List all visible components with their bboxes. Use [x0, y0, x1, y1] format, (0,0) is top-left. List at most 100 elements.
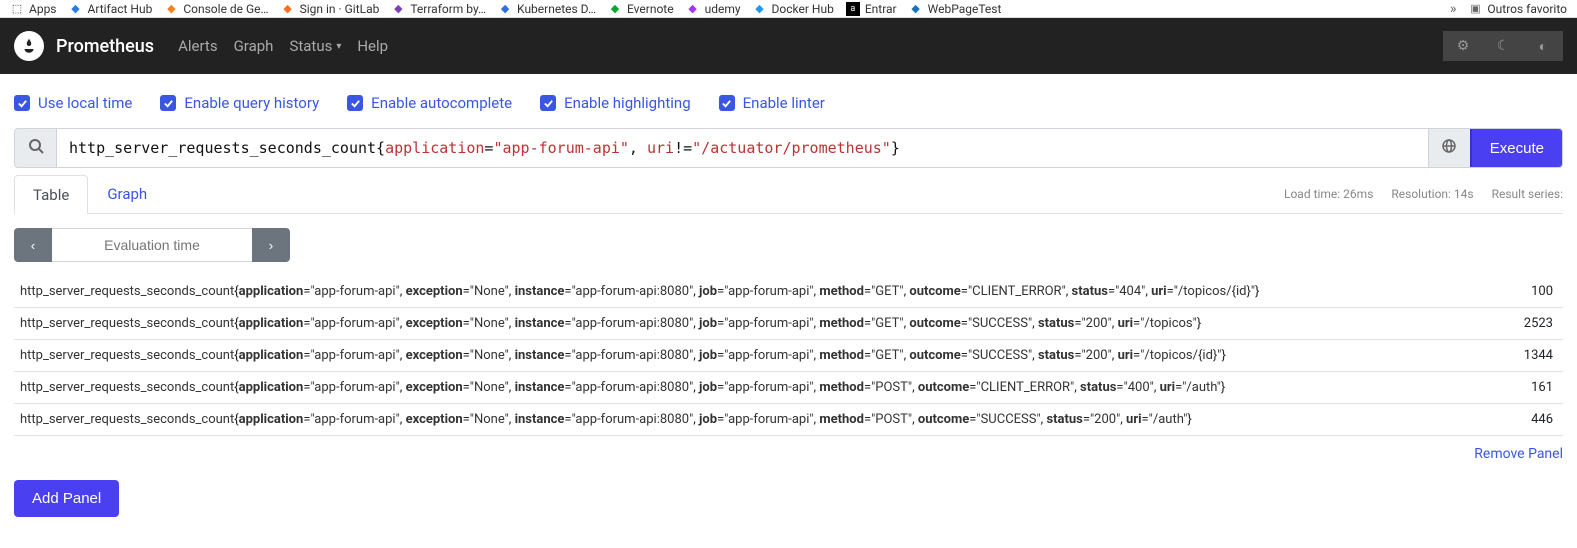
bookmark-label: Artifact Hub: [88, 2, 153, 16]
option-enable-highlighting[interactable]: Enable highlighting: [540, 94, 691, 112]
option-label: Enable highlighting: [564, 94, 691, 112]
bookmark-label: Docker Hub: [772, 2, 834, 16]
nav-help[interactable]: Help: [357, 37, 388, 55]
globe-icon: [1441, 138, 1457, 158]
entrar-icon: a: [846, 2, 860, 16]
query-brace: {: [376, 139, 385, 157]
bookmark-apps[interactable]: ⬚Apps: [10, 2, 57, 16]
bookmark-udemy[interactable]: ◆ udemy: [686, 2, 741, 16]
nav-status[interactable]: Status ▾: [289, 37, 341, 55]
execute-button[interactable]: Execute: [1470, 129, 1562, 167]
bookmark-label: Evernote: [627, 2, 674, 16]
bookmark-dockerhub[interactable]: ◆ Docker Hub: [753, 2, 834, 16]
remove-panel-link[interactable]: Remove Panel: [14, 446, 1563, 462]
table-row: http_server_requests_seconds_count{appli…: [14, 276, 1563, 308]
option-enable-linter[interactable]: Enable linter: [719, 94, 825, 112]
gitlab-icon: ◆: [281, 2, 295, 16]
search-icon: [28, 138, 44, 158]
option-enable-query-history[interactable]: Enable query history: [160, 94, 319, 112]
folder-icon: ▣: [1468, 2, 1482, 16]
query-label-key: uri: [647, 139, 674, 157]
bookmark-kubernetes[interactable]: ◆Kubernetes D…: [498, 2, 596, 16]
tab-table[interactable]: Table: [14, 175, 88, 214]
dark-mode-button[interactable]: ☾: [1483, 31, 1523, 61]
bookmarks-overflow-icon[interactable]: »: [1450, 1, 1457, 17]
eval-time-input[interactable]: [52, 228, 252, 262]
eval-time-prev-button[interactable]: ‹: [14, 228, 52, 262]
stat-resolution: Resolution: 14s: [1391, 187, 1473, 201]
query-row: http_server_requests_seconds_count{appli…: [14, 128, 1563, 168]
bookmark-label: WebPageTest: [928, 2, 1002, 16]
query-metric: http_server_requests_seconds_count: [69, 139, 376, 157]
moon-icon: ☾: [1497, 38, 1510, 54]
options-row: Use local time Enable query history Enab…: [14, 94, 1563, 112]
contrast-icon: ◐: [1539, 38, 1547, 55]
stat-result-series: Result series:: [1492, 187, 1563, 201]
value-cell: 446: [1509, 404, 1563, 436]
bookmarks-bar: ⬚Apps ◆Artifact Hub ◆Console de Ge… ◆Sig…: [0, 0, 1577, 18]
stat-load-time: Load time: 26ms: [1284, 187, 1373, 201]
add-panel-button[interactable]: Add Panel: [14, 480, 119, 517]
checkbox-checked-icon: [14, 95, 30, 111]
tabs-row: Table Graph Load time: 26ms Resolution: …: [14, 174, 1563, 214]
table-row: http_server_requests_seconds_count{appli…: [14, 372, 1563, 404]
bookmark-gitlab[interactable]: ◆Sign in · GitLab: [281, 2, 380, 16]
bookmark-other[interactable]: ▣ Outros favorito: [1468, 2, 1567, 16]
nav-status-label: Status: [289, 37, 332, 55]
evernote-icon: ◆: [608, 2, 622, 16]
option-label: Enable linter: [743, 94, 825, 112]
metric-cell[interactable]: http_server_requests_seconds_count{appli…: [14, 372, 1509, 404]
option-label: Use local time: [38, 94, 132, 112]
webpagetest-icon: ◆: [909, 2, 923, 16]
udemy-icon: ◆: [686, 2, 700, 16]
table-row: http_server_requests_seconds_count{appli…: [14, 308, 1563, 340]
table-row: http_server_requests_seconds_count{appli…: [14, 340, 1563, 372]
docker-icon: ◆: [753, 2, 767, 16]
navbar: Prometheus Alerts Graph Status ▾ Help ⚙ ☾…: [0, 18, 1577, 74]
brand-name: Prometheus: [56, 36, 154, 57]
chevron-left-icon: ‹: [31, 238, 35, 253]
metric-cell[interactable]: http_server_requests_seconds_count{appli…: [14, 340, 1509, 372]
value-cell: 100: [1509, 276, 1563, 308]
metric-cell[interactable]: http_server_requests_seconds_count{appli…: [14, 308, 1509, 340]
console-icon: ◆: [164, 2, 178, 16]
bookmark-label: udemy: [705, 2, 741, 16]
eval-time-next-button[interactable]: ›: [252, 228, 290, 262]
brand[interactable]: Prometheus: [14, 31, 154, 61]
checkbox-checked-icon: [719, 95, 735, 111]
query-search-icon-box: [15, 129, 57, 167]
tab-graph[interactable]: Graph: [88, 174, 166, 213]
chevron-right-icon: ›: [269, 238, 273, 253]
bookmark-artifact-hub[interactable]: ◆Artifact Hub: [69, 2, 153, 16]
nav-alerts[interactable]: Alerts: [178, 37, 218, 55]
bookmark-entrar[interactable]: aEntrar: [846, 2, 897, 16]
query-label-val: "app-forum-api": [493, 139, 628, 157]
query-stats: Load time: 26ms Resolution: 14s Result s…: [1284, 187, 1563, 201]
metric-cell[interactable]: http_server_requests_seconds_count{appli…: [14, 276, 1509, 308]
checkbox-checked-icon: [540, 95, 556, 111]
terraform-icon: ◆: [391, 2, 405, 16]
checkbox-checked-icon: [347, 95, 363, 111]
bookmark-console[interactable]: ◆ Console de Ge…: [164, 2, 268, 16]
bookmark-webpagetest[interactable]: ◆ WebPageTest: [909, 2, 1002, 16]
query-input[interactable]: http_server_requests_seconds_count{appli…: [57, 129, 1428, 167]
bookmark-label: Terraform by…: [410, 2, 486, 16]
settings-button[interactable]: ⚙: [1443, 31, 1483, 61]
metric-cell[interactable]: http_server_requests_seconds_count{appli…: [14, 404, 1509, 436]
chevron-down-icon: ▾: [336, 41, 341, 52]
table-row: http_server_requests_seconds_count{appli…: [14, 404, 1563, 436]
query-sep: ,: [629, 139, 647, 157]
option-enable-autocomplete[interactable]: Enable autocomplete: [347, 94, 512, 112]
bookmark-label: Outros favorito: [1487, 2, 1567, 16]
evaluation-time-row: ‹ ›: [14, 228, 1563, 262]
value-cell: 161: [1509, 372, 1563, 404]
nav-graph[interactable]: Graph: [234, 37, 274, 55]
metrics-explorer-button[interactable]: [1428, 129, 1470, 167]
bookmark-terraform[interactable]: ◆ Terraform by…: [391, 2, 486, 16]
bookmark-label: Console de Ge…: [183, 2, 268, 16]
bookmark-evernote[interactable]: ◆ Evernote: [608, 2, 674, 16]
kubernetes-icon: ◆: [498, 2, 512, 16]
query-label-key: application: [385, 139, 484, 157]
contrast-button[interactable]: ◐: [1523, 31, 1563, 61]
option-use-local-time[interactable]: Use local time: [14, 94, 132, 112]
